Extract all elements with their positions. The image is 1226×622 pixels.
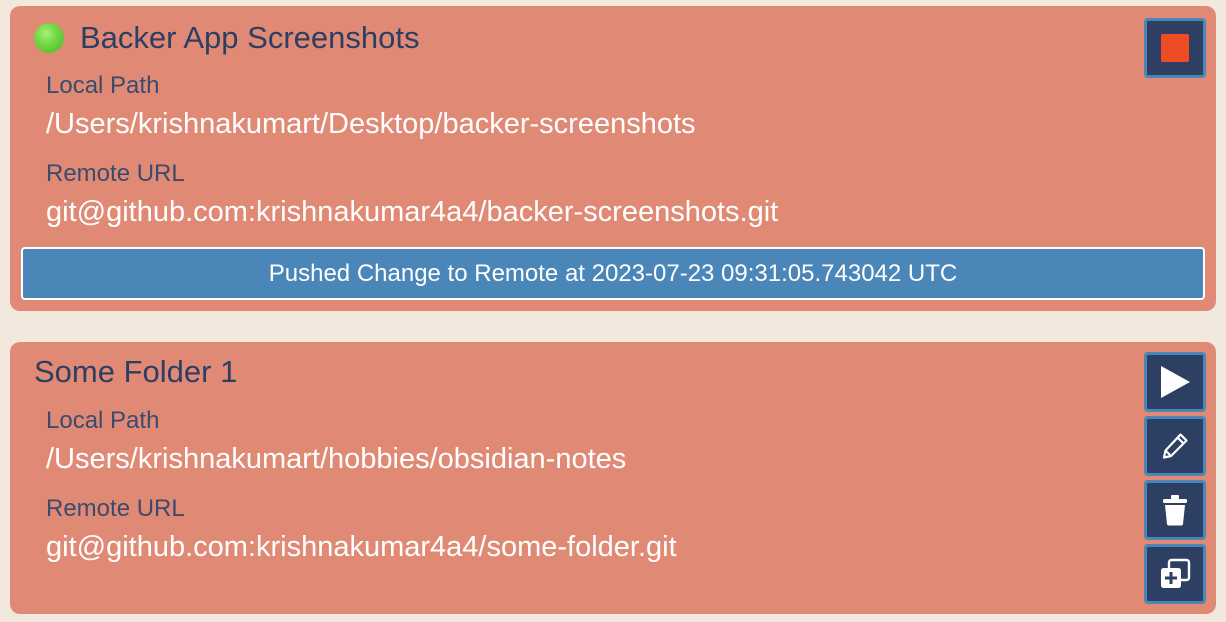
pencil-icon (1162, 433, 1188, 459)
stop-icon (1161, 34, 1189, 62)
folder-title: Backer App Screenshots (80, 20, 420, 55)
remote-url-value: git@github.com:krishnakumar4a4/some-fold… (46, 531, 677, 563)
play-icon (1161, 366, 1190, 398)
remote-url-label: Remote URL (46, 160, 185, 187)
local-path-label: Local Path (46, 407, 160, 434)
local-path-label: Local Path (46, 72, 160, 99)
folder-card-backer-app-screenshots: Backer App Screenshots Local Path /Users… (10, 6, 1216, 311)
folder-title-row: Some Folder 1 (34, 354, 237, 390)
folder-card-some-folder-1: Some Folder 1 Local Path /Users/krishnak… (10, 342, 1216, 614)
local-path-value: /Users/krishnakumart/hobbies/obsidian-no… (46, 443, 627, 475)
stop-button[interactable] (1144, 18, 1206, 78)
folder-title: Some Folder 1 (34, 354, 238, 389)
remote-url-value: git@github.com:krishnakumar4a4/backer-sc… (46, 196, 779, 228)
duplicate-button[interactable] (1144, 544, 1206, 604)
delete-button[interactable] (1144, 480, 1206, 540)
duplicate-icon (1161, 558, 1191, 588)
remote-url-label: Remote URL (46, 495, 185, 522)
status-indicator-icon (34, 23, 64, 53)
edit-button[interactable] (1144, 416, 1206, 476)
trash-icon (1163, 495, 1187, 526)
local-path-value: /Users/krishnakumart/Desktop/backer-scre… (46, 108, 696, 140)
status-message-bar: Pushed Change to Remote at 2023-07-23 09… (21, 247, 1205, 300)
start-button[interactable] (1144, 352, 1206, 412)
folder-title-row: Backer App Screenshots (34, 20, 419, 56)
